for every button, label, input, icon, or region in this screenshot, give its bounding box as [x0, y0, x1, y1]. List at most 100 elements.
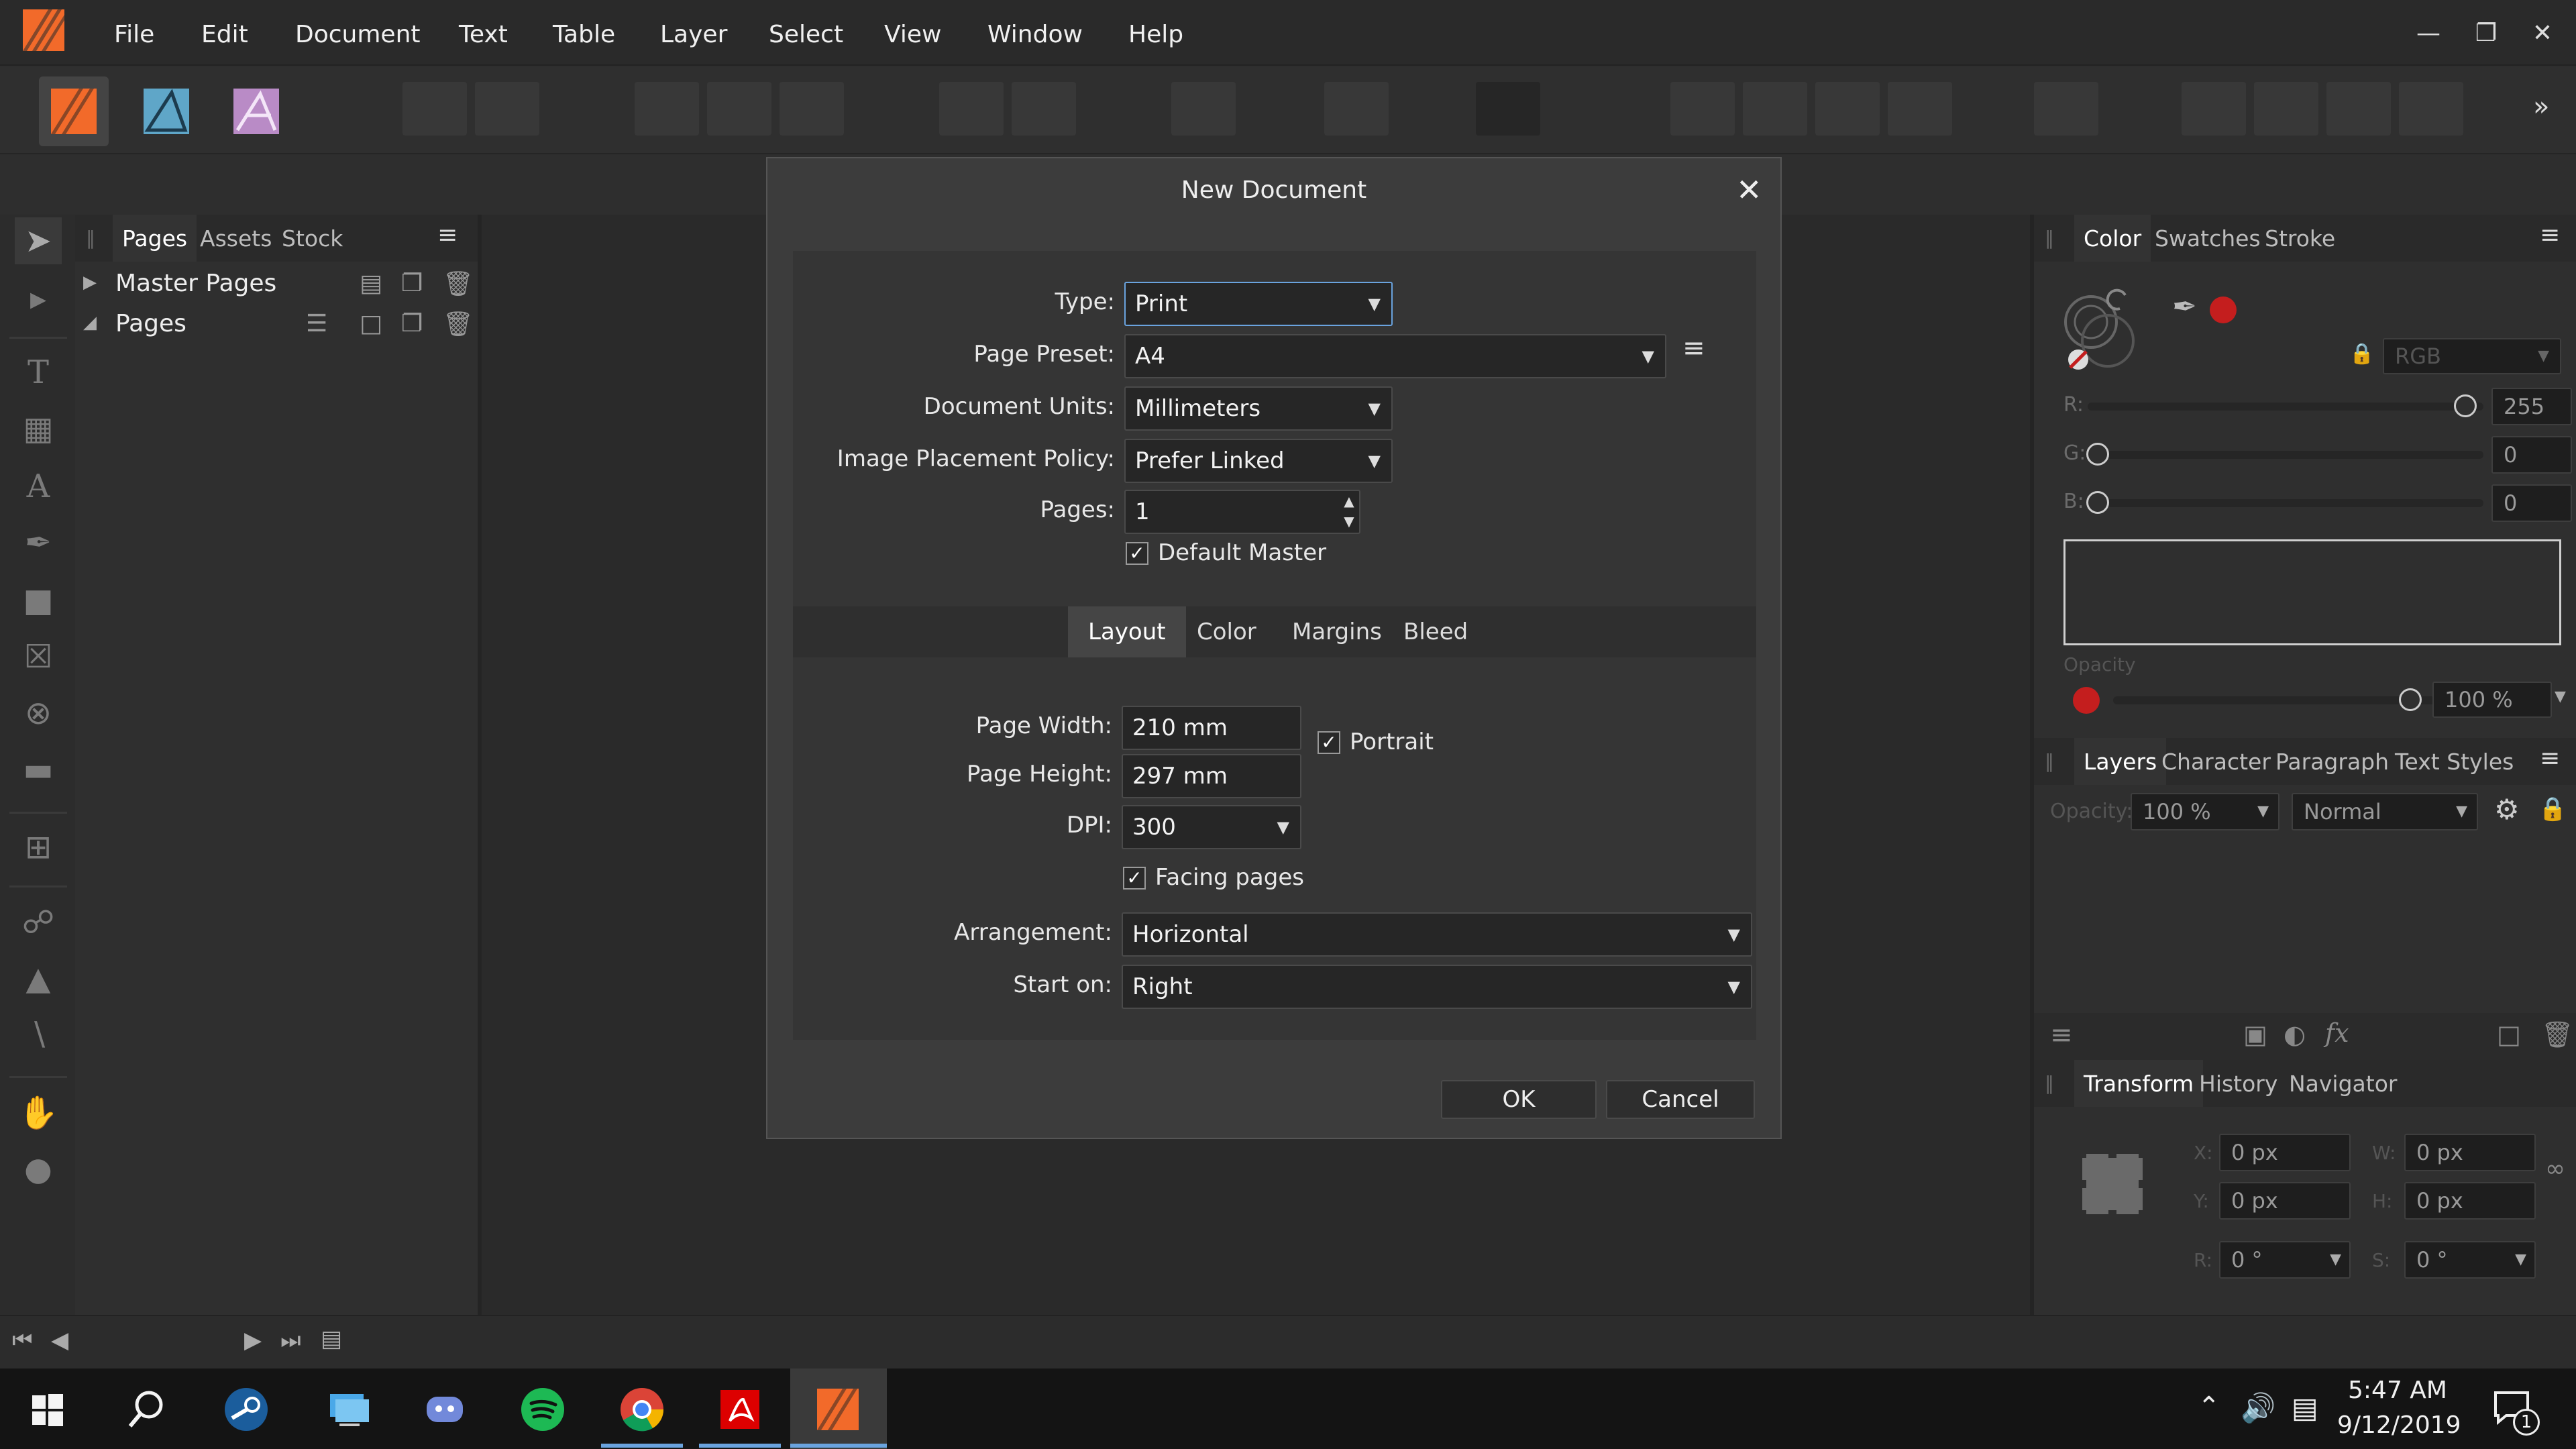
fill-tool-icon[interactable]: ☍: [15, 899, 62, 946]
rectangle-tool-icon[interactable]: ■: [15, 577, 62, 624]
insert-page-icon[interactable]: □: [360, 310, 382, 337]
y-input[interactable]: 0 px: [2219, 1182, 2351, 1220]
panel-grip-icon[interactable]: ‖: [2045, 750, 2054, 772]
master-pages-row[interactable]: ▶ Master Pages ▤ ❐ 🗑: [75, 264, 478, 306]
page-height-input[interactable]: 297 mm: [1122, 754, 1301, 798]
dpi-dropdown[interactable]: 300 ▼: [1122, 805, 1301, 849]
type-dropdown[interactable]: Print ▼: [1124, 282, 1393, 326]
start-on-dropdown[interactable]: Right ▼: [1122, 965, 1752, 1009]
portrait-checkbox[interactable]: ✓: [1318, 731, 1340, 754]
menu-text[interactable]: Text: [459, 0, 508, 66]
r-slider-track[interactable]: [2088, 402, 2483, 411]
tab-swatches[interactable]: Swatches: [2155, 215, 2261, 262]
steam-icon[interactable]: [216, 1379, 276, 1440]
menu-document[interactable]: Document: [295, 0, 421, 66]
cancel-button[interactable]: Cancel: [1606, 1080, 1755, 1119]
ellipse-frame-tool-icon[interactable]: ⊗: [15, 690, 62, 737]
r-value-input[interactable]: 255: [2491, 388, 2572, 425]
clock-date[interactable]: 9/12/2019: [2337, 1411, 2461, 1439]
pages-row[interactable]: ◢ Pages ☰ □ ❐ 🗑: [75, 305, 478, 346]
crop-tool-icon[interactable]: ⊞: [15, 824, 62, 871]
insert-master-icon[interactable]: ▤: [360, 270, 382, 297]
g-slider-handle[interactable]: [2086, 443, 2109, 466]
tab-paragraph[interactable]: Paragraph: [2275, 738, 2389, 785]
toolbar-button-14[interactable]: [1888, 82, 1952, 136]
tab-stock[interactable]: Stock: [282, 215, 343, 262]
layers-stack-icon[interactable]: ≡: [2050, 1020, 2073, 1051]
tab-text-styles[interactable]: Text Styles: [2395, 738, 2514, 785]
tab-stroke[interactable]: Stroke: [2265, 215, 2335, 262]
toolbar-button-8[interactable]: [1171, 82, 1236, 136]
toolbar-button-15[interactable]: [2034, 82, 2098, 136]
tab-pages[interactable]: Pages: [113, 215, 197, 262]
expand-down-icon[interactable]: ◢: [83, 313, 97, 333]
acrobat-icon[interactable]: [710, 1379, 770, 1440]
menu-table[interactable]: Table: [553, 0, 615, 66]
ok-button[interactable]: OK: [1441, 1080, 1597, 1119]
current-color-swatch[interactable]: [2210, 297, 2237, 323]
tab-bleed[interactable]: Bleed: [1383, 606, 1488, 657]
link-proportions-icon[interactable]: ∞: [2545, 1155, 2565, 1183]
delete-page-icon[interactable]: 🗑: [443, 310, 474, 338]
menu-window[interactable]: Window: [987, 0, 1083, 66]
next-page-icon[interactable]: ▶: [244, 1327, 262, 1354]
publisher-taskbar-button[interactable]: [790, 1368, 887, 1449]
preset-menu-icon[interactable]: ≡: [1682, 333, 1705, 364]
dialog-close-icon[interactable]: ✕: [1736, 172, 1762, 208]
toolbar-overflow-icon[interactable]: »: [2533, 91, 2549, 122]
windows-start-icon[interactable]: [17, 1379, 78, 1440]
action-center-icon[interactable]: 1: [2490, 1386, 2544, 1440]
panel-menu-icon[interactable]: ≡: [2540, 745, 2560, 772]
tab-color[interactable]: Color: [1177, 606, 1277, 657]
add-layer-icon[interactable]: □: [2497, 1020, 2521, 1049]
photo-persona-button[interactable]: [221, 76, 291, 146]
page-width-input[interactable]: 210 mm: [1122, 706, 1301, 750]
spotify-icon[interactable]: [513, 1379, 573, 1440]
r-slider-handle[interactable]: [2454, 394, 2477, 417]
picture-frame-tool-icon[interactable]: ☒: [15, 633, 62, 680]
volume-icon[interactable]: 🔊: [2241, 1391, 2275, 1425]
panel-grip-icon[interactable]: ‖: [2045, 1072, 2054, 1094]
facing-pages-checkbox[interactable]: ✓: [1123, 867, 1146, 890]
document-units-dropdown[interactable]: Millimeters ▼: [1124, 386, 1393, 431]
eyedropper-icon[interactable]: ✒: [2172, 290, 2197, 324]
minimize-icon[interactable]: —: [2408, 13, 2449, 54]
w-input[interactable]: 0 px: [2404, 1134, 2536, 1171]
pages-input[interactable]: 1: [1124, 490, 1360, 534]
view-tool-icon[interactable]: ✋: [15, 1089, 62, 1136]
toolbar-button-9[interactable]: [1324, 82, 1389, 136]
panel-menu-icon[interactable]: ≡: [2540, 221, 2560, 249]
remote-desktop-icon[interactable]: [315, 1379, 376, 1440]
network-icon[interactable]: ▤: [2292, 1391, 2318, 1424]
rotate-input[interactable]: 0 ° ▼: [2219, 1241, 2351, 1279]
toolbar-button-16[interactable]: [2182, 82, 2246, 136]
toolbar-button-3[interactable]: [635, 82, 699, 136]
toolbar-button-6[interactable]: [939, 82, 1004, 136]
discord-icon[interactable]: [415, 1379, 475, 1440]
panel-grip-icon[interactable]: ‖: [2045, 227, 2054, 249]
chrome-icon[interactable]: [612, 1379, 672, 1440]
fx-icon[interactable]: fx: [2325, 1018, 2349, 1048]
toolbar-button-13[interactable]: [1815, 82, 1880, 136]
shear-input[interactable]: 0 ° ▼: [2404, 1241, 2536, 1279]
pages-stepper[interactable]: ▲ ▼: [1338, 491, 1360, 533]
tab-layout[interactable]: Layout: [1068, 606, 1186, 657]
toolbar-button-10[interactable]: [1476, 82, 1540, 136]
toolbar-button-17[interactable]: [2254, 82, 2318, 136]
color-model-dropdown[interactable]: RGB ▼: [2383, 338, 2561, 374]
toolbar-button-4[interactable]: [707, 82, 771, 136]
panel-menu-icon[interactable]: ≡: [437, 221, 458, 249]
designer-persona-button[interactable]: [131, 76, 201, 146]
default-master-checkbox[interactable]: ✓: [1126, 542, 1148, 565]
table-tool-icon[interactable]: ▦: [15, 405, 62, 452]
restore-icon[interactable]: ❐: [2466, 13, 2506, 54]
delete-layer-icon[interactable]: 🗑: [2541, 1020, 2573, 1050]
move-tool-icon[interactable]: ➤: [15, 217, 62, 264]
tab-transform[interactable]: Transform: [2074, 1060, 2204, 1107]
menu-layer[interactable]: Layer: [660, 0, 727, 66]
pen-tool-icon[interactable]: ✒: [15, 519, 62, 566]
show-hidden-icons-icon[interactable]: ⌃: [2198, 1391, 2220, 1422]
menu-edit[interactable]: Edit: [201, 0, 248, 66]
b-slider-track[interactable]: [2088, 499, 2483, 507]
place-image-tool-icon[interactable]: ▬: [15, 746, 62, 793]
